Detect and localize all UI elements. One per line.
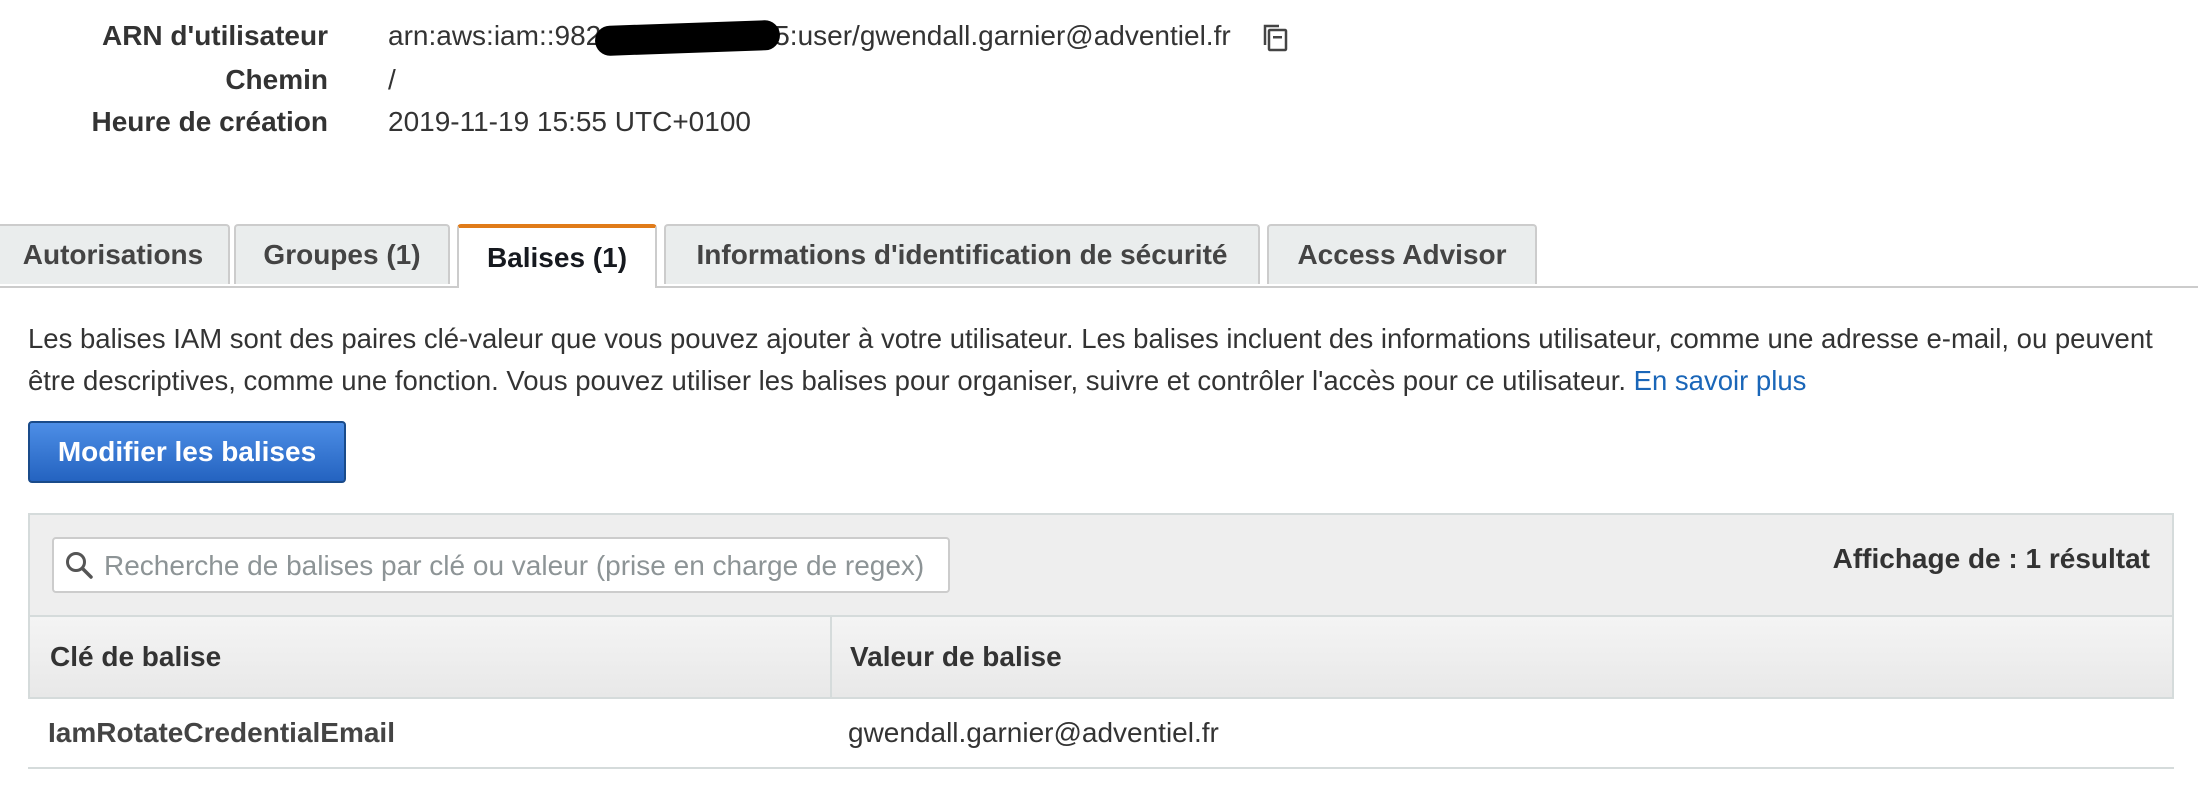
column-header-value[interactable]: Valeur de balise bbox=[830, 617, 2190, 697]
arn-value-suffix: 5:user/gwendall.garnier@adventiel.fr bbox=[774, 20, 1231, 51]
learn-more-link[interactable]: En savoir plus bbox=[1634, 365, 1807, 396]
arn-value-prefix: arn:aws:iam::982 bbox=[388, 20, 602, 51]
column-header-key[interactable]: Clé de balise bbox=[50, 617, 830, 697]
creation-value: 2019-11-19 15:55 UTC+0100 bbox=[388, 106, 751, 137]
tab-balises[interactable]: Balises (1) bbox=[457, 224, 657, 288]
tags-table: Affichage de : 1 résultat Clé de balise … bbox=[28, 513, 2174, 769]
redaction-mark bbox=[594, 19, 781, 56]
tab-bar: Autorisations Groupes (1) Balises (1) In… bbox=[0, 224, 2198, 288]
path-value: / bbox=[388, 64, 396, 95]
arn-label: ARN d'utilisateur bbox=[101, 20, 328, 51]
table-header: Clé de balise Valeur de balise bbox=[28, 615, 2174, 699]
creation-row: Heure de création 2019-11-19 15:55 UTC+0… bbox=[0, 106, 2198, 146]
tag-value-cell: gwendall.garnier@adventiel.fr bbox=[848, 717, 1219, 748]
path-row: Chemin / bbox=[0, 64, 2198, 104]
tag-search-input[interactable] bbox=[102, 539, 946, 593]
copy-icon[interactable] bbox=[1258, 21, 1292, 55]
table-row: IamRotateCredentialEmail gwendall.garnie… bbox=[28, 699, 2174, 769]
tab-access-advisor[interactable]: Access Advisor bbox=[1267, 224, 1537, 284]
tags-description: Les balises IAM sont des paires clé-vale… bbox=[28, 318, 2158, 402]
table-filter-bar: Affichage de : 1 résultat bbox=[28, 513, 2174, 617]
arn-row: ARN d'utilisateur arn:aws:iam::982 5:user… bbox=[0, 19, 2198, 60]
search-icon bbox=[64, 550, 94, 580]
search-box[interactable] bbox=[52, 537, 950, 593]
tags-description-text: Les balises IAM sont des paires clé-vale… bbox=[28, 323, 2153, 396]
tab-security-credentials[interactable]: Informations d'identification de sécurit… bbox=[664, 224, 1260, 284]
edit-tags-button[interactable]: Modifier les balises bbox=[28, 421, 346, 483]
result-count: Affichage de : 1 résultat bbox=[1832, 543, 2150, 574]
tag-key-cell: IamRotateCredentialEmail bbox=[48, 717, 395, 748]
tab-groupes[interactable]: Groupes (1) bbox=[234, 224, 450, 284]
path-label: Chemin bbox=[225, 64, 328, 95]
arn-value: arn:aws:iam::982 5:user/gwendall.garnier@… bbox=[388, 19, 1292, 56]
tab-autorisations[interactable]: Autorisations bbox=[0, 224, 230, 284]
creation-label: Heure de création bbox=[91, 106, 328, 137]
